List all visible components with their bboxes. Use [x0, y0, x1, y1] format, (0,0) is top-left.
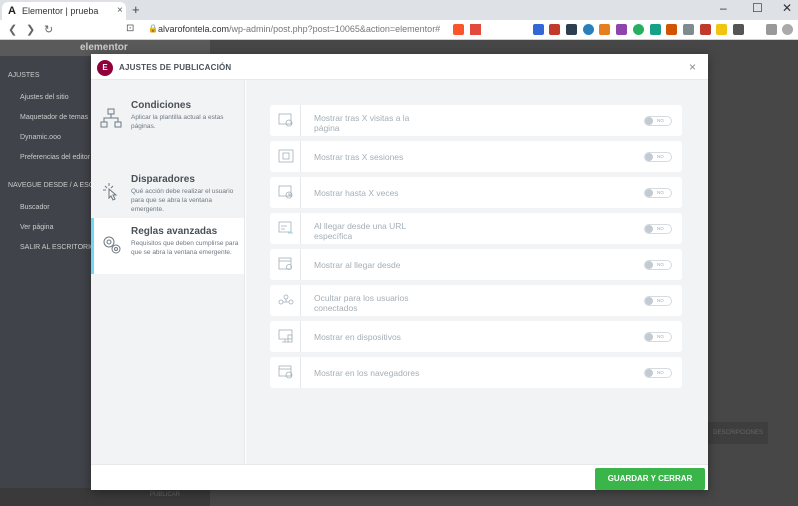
sidebar-item-desc: Requisitos que deben cumplirse para que … — [131, 240, 239, 256]
sessions-icon — [278, 149, 294, 163]
url-field[interactable]: alvarofontela.com/wp-admin/post.php?post… — [158, 24, 440, 34]
gears-icon — [103, 236, 121, 254]
sidebar-item-advanced-rules[interactable]: Reglas avanzadas Requisitos que deben cu… — [91, 218, 244, 274]
elementor-logo-icon: E — [97, 60, 113, 76]
rule-row-arriving: Mostrar al llegar desde NO — [270, 249, 682, 280]
toggle-knob — [645, 369, 653, 377]
publish-settings-modal: E AJUSTES DE PUBLICACIÓN × Condiciones A… — [91, 54, 708, 490]
maximize-button[interactable]: ☐ — [752, 1, 763, 15]
extension-icon[interactable] — [716, 24, 727, 35]
tab-close-icon[interactable]: × — [117, 5, 123, 16]
extension-icon[interactable] — [616, 24, 627, 35]
extension-icon[interactable] — [666, 24, 677, 35]
pointer-click-icon — [103, 183, 118, 201]
browsers-icon — [278, 365, 293, 379]
rule-toggle[interactable]: NO — [644, 224, 672, 234]
bookmark-icon[interactable]: ⊡ — [126, 23, 134, 34]
browser-tab[interactable]: A Elementor | prueba × — [2, 2, 126, 20]
toggle-knob — [645, 189, 653, 197]
settings-sidebar: Condiciones Aplicar la plantilla actual … — [91, 80, 245, 464]
minimize-button[interactable]: – — [720, 1, 727, 15]
rule-toggle[interactable]: NO — [644, 152, 672, 162]
rule-label: Mostrar tras X sesiones — [314, 152, 404, 162]
sidebar-item-conditions[interactable]: Condiciones Aplicar la plantilla actual … — [91, 92, 244, 148]
sidebar-item-desc: Qué acción debe realizar el usuario para… — [131, 188, 234, 213]
rule-label: Mostrar en dispositivos — [314, 332, 401, 342]
close-icon[interactable]: × — [689, 60, 696, 74]
arriving-icon — [278, 257, 292, 270]
rule-label: Ocultar para los usuarios conectados — [314, 293, 409, 313]
rule-toggle[interactable]: NO — [644, 368, 672, 378]
profile-icon[interactable] — [782, 24, 793, 35]
toggle-knob — [645, 333, 653, 341]
elementor-logo: elementor — [80, 42, 128, 53]
extension-icon[interactable] — [533, 24, 544, 35]
sidebar-item-triggers[interactable]: Disparadores Qué acción debe realizar el… — [91, 166, 244, 222]
new-tab-button[interactable]: + — [132, 2, 140, 17]
rule-label: Mostrar en los navegadores — [314, 368, 420, 378]
lock-icon[interactable]: 🔒 — [148, 24, 158, 33]
window-close-button[interactable]: ✕ — [782, 1, 792, 15]
page-visits-icon — [278, 113, 293, 127]
rule-toggle[interactable]: NO — [644, 260, 672, 270]
toggle-knob — [645, 225, 653, 233]
rule-row-times: Mostrar hasta X veces NO — [270, 177, 682, 208]
address-bar: ❮ ❯ ↻ ⊡ 🔒 alvarofontela.com/wp-admin/pos… — [0, 20, 798, 40]
reload-icon[interactable]: ↻ — [44, 23, 53, 36]
brave-shield-icon[interactable] — [453, 24, 464, 35]
extension-icon[interactable] — [583, 24, 594, 35]
browser-tab-bar: A Elementor | prueba × + – ☐ ✕ — [0, 0, 798, 20]
modal-footer: GUARDAR Y CERRAR — [91, 464, 708, 490]
rule-toggle[interactable]: NO — [644, 116, 672, 126]
rule-label: Mostrar hasta X veces — [314, 188, 399, 198]
sitemap-icon — [100, 108, 122, 128]
extensions-puzzle-icon[interactable] — [733, 24, 744, 35]
panel-footer: PUBLICAR — [0, 488, 210, 506]
toggle-knob — [645, 297, 653, 305]
logged-users-icon — [278, 294, 294, 305]
forward-icon[interactable]: ❯ — [26, 23, 35, 36]
sidebar-item-title: Disparadores — [131, 174, 195, 185]
sidebar-item-title: Condiciones — [131, 100, 192, 111]
toggle-knob — [645, 261, 653, 269]
rule-row-url: Al llegar desde una URL específica NO — [270, 213, 682, 244]
toggle-knob — [645, 153, 653, 161]
extension-icon[interactable] — [650, 24, 661, 35]
toggle-knob — [645, 117, 653, 125]
modal-header: E AJUSTES DE PUBLICACIÓN × — [91, 54, 708, 80]
extension-icon[interactable] — [599, 24, 610, 35]
rule-toggle[interactable]: NO — [644, 332, 672, 342]
tab-title: Elementor | prueba — [22, 6, 99, 16]
extension-icon[interactable] — [683, 24, 694, 35]
rule-row-sessions: Mostrar tras X sesiones NO — [270, 141, 682, 172]
extension-icon[interactable] — [633, 24, 644, 35]
publish-button: PUBLICAR — [150, 492, 181, 498]
extension-icon[interactable] — [549, 24, 560, 35]
rule-row-logged-users: Ocultar para los usuarios conectados NO — [270, 285, 682, 316]
sidebar-icon[interactable] — [766, 24, 777, 35]
extension-icon[interactable] — [566, 24, 577, 35]
rule-label: Al llegar desde una URL específica — [314, 221, 406, 241]
rule-toggle[interactable]: NO — [644, 188, 672, 198]
url-icon — [278, 221, 293, 234]
rule-row-devices: Mostrar en dispositivos NO — [270, 321, 682, 352]
advanced-rules-content: Mostrar tras X visitas a la página NO Mo… — [246, 80, 708, 464]
extension-icon[interactable] — [700, 24, 711, 35]
rule-toggle[interactable]: NO — [644, 296, 672, 306]
sidebar-item-desc: Aplicar la plantilla actual a estas pági… — [131, 114, 224, 130]
save-and-close-button[interactable]: GUARDAR Y CERRAR — [595, 468, 705, 490]
bg-button: DESCRIPCIONES — [708, 422, 768, 444]
rule-label: Mostrar tras X visitas a la página — [314, 113, 410, 133]
times-icon — [278, 185, 293, 199]
rule-label: Mostrar al llegar desde — [314, 260, 401, 270]
devices-icon — [278, 329, 293, 343]
rule-row-browsers: Mostrar en los navegadores NO — [270, 357, 682, 388]
rule-row-page-visits: Mostrar tras X visitas a la página NO — [270, 105, 682, 136]
sidebar-item-title: Reglas avanzadas — [131, 226, 218, 237]
modal-title: AJUSTES DE PUBLICACIÓN — [119, 63, 232, 72]
brave-rewards-icon[interactable] — [470, 24, 481, 35]
back-icon[interactable]: ❮ — [8, 23, 17, 36]
favicon-icon: A — [8, 5, 16, 17]
